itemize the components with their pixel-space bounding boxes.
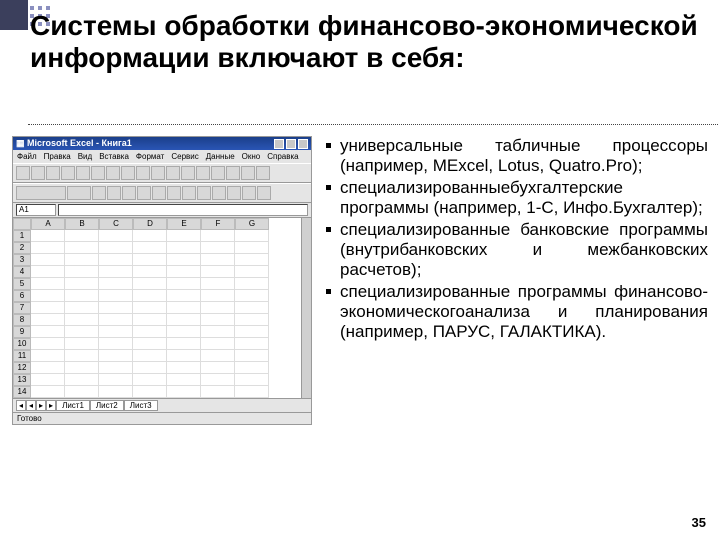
title-underline (28, 124, 718, 125)
excel-screenshot: ▦ Microsoft Excel - Книга1 ФайлПравкаВид… (12, 136, 312, 425)
slide-title: Системы обработки финансово-экономическо… (28, 10, 710, 74)
excel-sheet: 1234567891011121314 ABCDEFG (13, 218, 311, 398)
excel-menubar: ФайлПравкаВидВставкаФорматСервисДанныеОк… (13, 150, 311, 163)
page-number: 35 (692, 515, 706, 530)
list-item: специализированные банковские программы … (340, 220, 708, 280)
excel-namebox: A1 (16, 204, 56, 216)
window-controls (274, 139, 308, 149)
excel-icon: ▦ (16, 138, 25, 148)
excel-formula-bar: A1 (13, 203, 311, 218)
list-item: универсальные табличные процессоры (напр… (340, 136, 708, 176)
corner-accent (0, 0, 28, 30)
bullet-list: универсальные табличные процессоры (напр… (322, 136, 708, 425)
excel-sheet-tabs: ◂◂▸▸ Лист1Лист2Лист3 (13, 398, 311, 412)
excel-toolbar-formatting (13, 183, 311, 203)
excel-window-title: Microsoft Excel - Книга1 (27, 138, 132, 148)
list-item: специализированные программы финансово-э… (340, 282, 708, 342)
excel-status-bar: Готово (13, 412, 311, 424)
excel-formula-input (58, 204, 308, 216)
list-item: специализированныебухгалтерские программ… (340, 178, 708, 218)
excel-scrollbar-vertical (301, 218, 311, 398)
excel-toolbar-standard (13, 163, 311, 183)
